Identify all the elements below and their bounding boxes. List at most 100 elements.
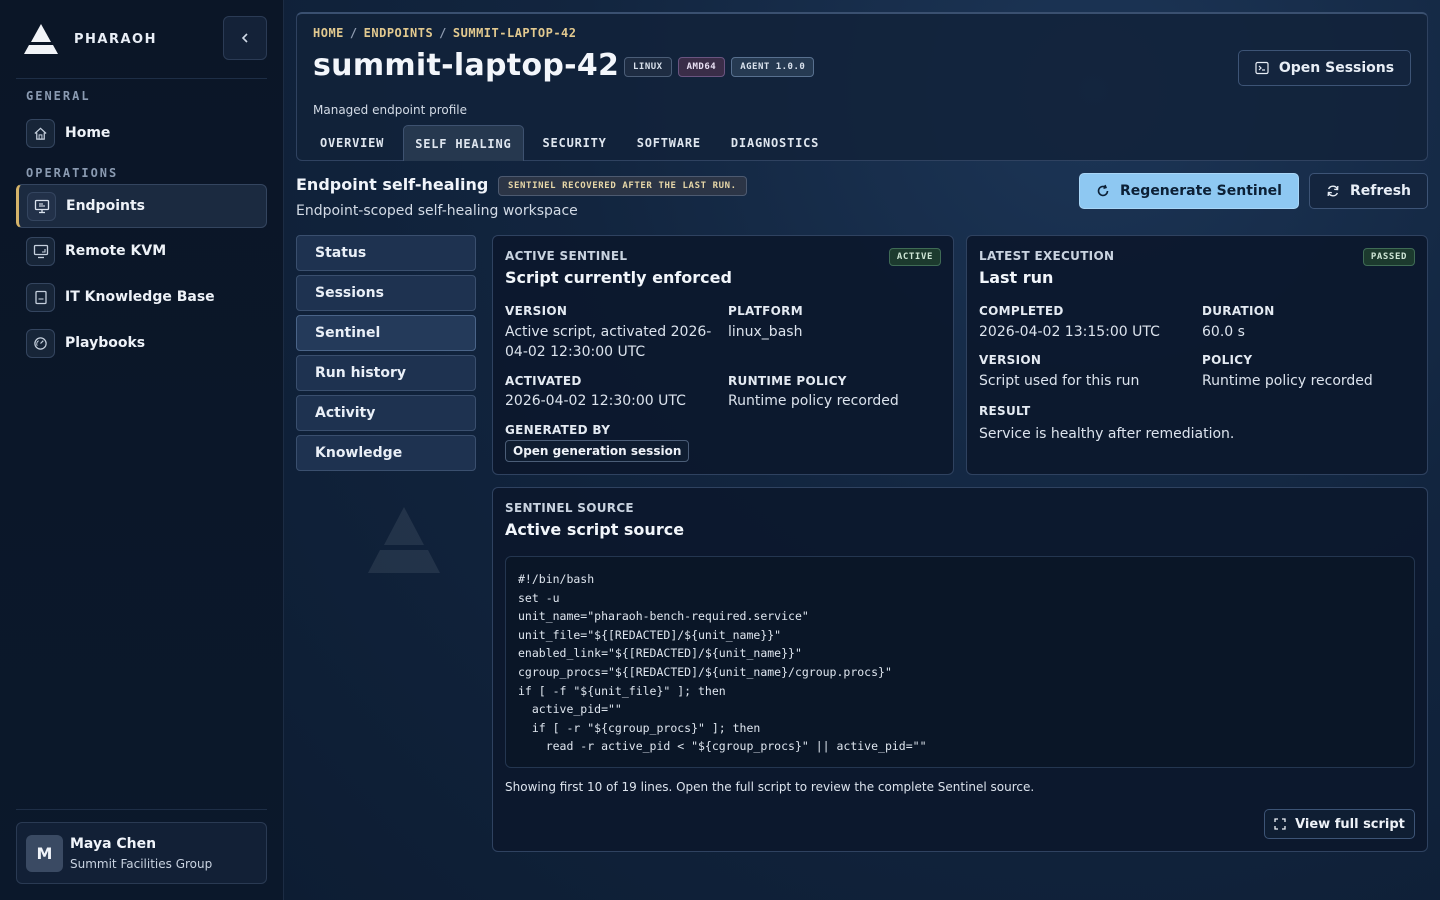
endpoint-header: HOME / ENDPOINTS / SUMMIT-LAPTOP-42 summit-l… (296, 12, 1428, 161)
sidebar-item-home[interactable]: Home (16, 111, 267, 155)
refresh-button[interactable]: Refresh (1309, 173, 1428, 209)
breadcrumb: HOME / ENDPOINTS / SUMMIT-LAPTOP-42 (313, 26, 577, 40)
platform-label: PLATFORM (728, 304, 803, 318)
code-line: cgroup_procs="${[REDACTED]/${unit_name}/… (518, 664, 892, 679)
version-label: VERSION (979, 353, 1042, 367)
sidebar-item-label: IT Knowledge Base (65, 289, 215, 305)
code-line: unit_file="${[REDACTED]/${unit_name}}" (518, 627, 782, 642)
latest-execution-card: LATEST EXECUTION Last run PASSED COMPLET… (966, 235, 1428, 475)
page-title: summit-laptop-42 (313, 48, 620, 83)
code-line: #!/bin/bash (518, 572, 595, 586)
tab-software[interactable]: SOFTWARE (626, 125, 712, 161)
status-badge: SENTINEL RECOVERED AFTER THE LAST RUN. (498, 176, 747, 196)
sidebar-item-label: Remote KVM (65, 243, 167, 259)
breadcrumb-current: SUMMIT-LAPTOP-42 (452, 26, 577, 40)
platform-value: linux_bash (728, 324, 803, 340)
activated-value: 2026-04-02 12:30:00 UTC (505, 393, 686, 409)
tab-security[interactable]: SECURITY (532, 125, 618, 161)
tab-diagnostics[interactable]: DIAGNOSTICS (720, 125, 830, 161)
code-line: active_pid="" (518, 702, 622, 717)
monitor-icon (27, 191, 56, 221)
subtab-activity[interactable]: Activity (296, 395, 476, 431)
card-label: SENTINEL SOURCE (505, 501, 634, 515)
regenerate-sentinel-button[interactable]: Regenerate Sentinel (1079, 173, 1299, 209)
policy-label: POLICY (1202, 353, 1253, 367)
card-label: ACTIVE SENTINEL (505, 249, 628, 263)
tab-self-healing[interactable]: SELF HEALING (403, 125, 524, 161)
arch-badge: AMD64 (677, 57, 726, 77)
divider (16, 78, 267, 79)
tab-overview[interactable]: OVERVIEW (309, 125, 395, 161)
brand-name: PHARAOH (74, 31, 157, 47)
sidebar-item-label: Playbooks (65, 335, 146, 351)
section-general: GENERAL (26, 89, 91, 103)
completed-label: COMPLETED (979, 304, 1064, 318)
duration-value: 60.0 s (1202, 324, 1245, 340)
activated-label: ACTIVATED (505, 374, 582, 388)
collapse-sidebar-button[interactable] (223, 16, 267, 60)
user-org: Summit Facilities Group (70, 856, 213, 871)
version-value: Script used for this run (979, 373, 1140, 389)
sidebar-item-endpoints[interactable]: Endpoints (16, 184, 267, 228)
completed-value: 2026-04-02 13:15:00 UTC (979, 324, 1160, 340)
remote-screen-icon (26, 236, 55, 266)
card-title: Last run (979, 268, 1054, 287)
code-line: set -u (518, 590, 560, 605)
pyramid-watermark-icon (368, 507, 440, 573)
duration-label: DURATION (1202, 304, 1275, 318)
sentinel-source-card: SENTINEL SOURCE Active script source #!/… (492, 487, 1428, 852)
code-line: if [ -f "${unit_file}" ]; then (518, 683, 726, 698)
avatar: M (26, 834, 63, 872)
code-line: enabled_link="${[REDACTED]/${unit_name}}… (518, 646, 802, 661)
script-source-code[interactable]: #!/bin/bash set -u unit_name="pharaoh-be… (505, 556, 1415, 768)
section-operations: OPERATIONS (26, 166, 119, 180)
version-label: VERSION (505, 304, 568, 318)
runtime-policy-label: RUNTIME POLICY (728, 374, 847, 388)
view-full-script-label: View full script (1295, 816, 1405, 832)
user-card[interactable]: M Maya Chen Summit Facilities Group (16, 822, 267, 884)
terminal-icon (1255, 61, 1269, 75)
view-full-script-button[interactable]: View full script (1264, 809, 1415, 839)
card-label: LATEST EXECUTION (979, 249, 1115, 263)
card-title: Script currently enforced (505, 268, 732, 287)
result-label: RESULT (979, 404, 1031, 418)
main-content: HOME / ENDPOINTS / SUMMIT-LAPTOP-42 summit-l… (284, 0, 1440, 900)
refresh-icon (1327, 185, 1339, 197)
expand-icon (1274, 818, 1286, 830)
section-subtitle: Endpoint-scoped self-healing workspace (296, 203, 578, 219)
subtab-sentinel[interactable]: Sentinel (296, 315, 476, 351)
subtab-run-history[interactable]: Run history (296, 355, 476, 391)
version-value-line: 04-02 12:30:00 UTC (505, 344, 646, 360)
rotate-icon (1097, 184, 1109, 197)
subtab-sessions[interactable]: Sessions (296, 275, 476, 311)
os-badge: LINUX (624, 57, 672, 77)
page-subtitle: Managed endpoint profile (313, 103, 468, 117)
subtab-knowledge[interactable]: Knowledge (296, 435, 476, 471)
open-sessions-button[interactable]: Open Sessions (1238, 50, 1411, 86)
subtab-status[interactable]: Status (296, 235, 476, 271)
user-name: Maya Chen (70, 835, 157, 852)
breadcrumb-endpoints[interactable]: ENDPOINTS (364, 26, 434, 40)
sidebar-item-label: Endpoints (66, 198, 145, 214)
home-icon (26, 118, 55, 148)
result-value: Service is healthy after remediation. (979, 426, 1235, 442)
breadcrumb-home[interactable]: HOME (313, 26, 344, 40)
chevron-left-icon (241, 33, 248, 43)
open-generation-session-button[interactable]: Open generation session (505, 440, 690, 462)
status-badge: PASSED (1362, 248, 1415, 266)
code-line: read -r active_pid < "${cgroup_procs}" |… (518, 739, 927, 754)
regenerate-label: Regenerate Sentinel (1120, 183, 1282, 199)
version-value-line: Active script, activated 2026- (505, 324, 712, 340)
section-title: Endpoint self-healing (296, 175, 489, 194)
status-badge: ACTIVE (888, 248, 941, 266)
brand[interactable]: PHARAOH (22, 22, 157, 56)
sidebar-item-playbooks[interactable]: Playbooks (16, 321, 267, 365)
divider (16, 809, 267, 810)
sidebar-item-knowledge-base[interactable]: IT Knowledge Base (16, 275, 267, 319)
sidebar-item-remote-kvm[interactable]: Remote KVM (16, 229, 267, 273)
policy-value: Runtime policy recorded (1202, 373, 1373, 389)
code-line: unit_name="pharaoh-bench-required.servic… (518, 609, 809, 624)
version-value: Active script, activated 2026- 04-02 12:… (505, 322, 720, 362)
card-title: Active script source (505, 520, 685, 539)
generated-by-label: GENERATED BY (505, 423, 611, 437)
